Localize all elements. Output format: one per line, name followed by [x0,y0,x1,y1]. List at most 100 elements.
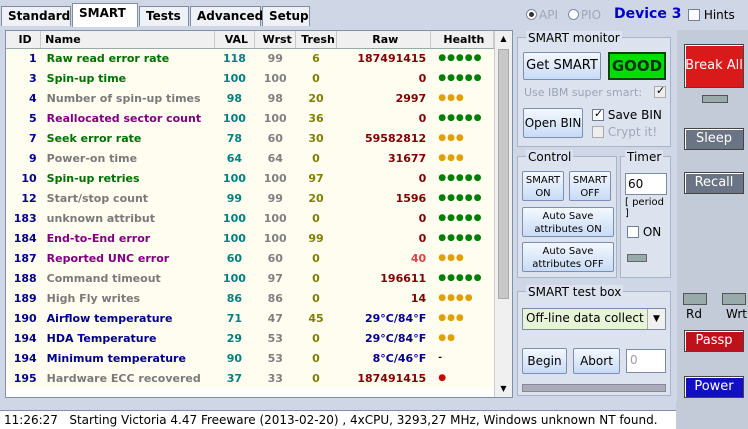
column-header-tresh[interactable]: Tresh [295,31,337,49]
column-header-id[interactable]: ID [6,31,42,49]
hints-checkbox[interactable] [688,9,700,21]
cell-id: 195 [13,371,37,385]
cell-tresh: 99 [308,231,324,245]
table-row[interactable]: 12 Start/stop count 99 99 20 1596 ●●●●● [6,188,494,208]
scroll-thumb[interactable] [498,49,509,299]
cell-wrst: 100 [263,211,287,225]
table-scrollbar[interactable]: ▲ ▼ [494,31,512,397]
tab-setup[interactable]: Setup [262,6,310,26]
cell-id: 12 [21,191,37,205]
cell-val: 118 [222,51,246,65]
open-bin-button[interactable]: Open BIN [523,108,583,138]
cell-val: 100 [222,71,246,85]
pio-radio[interactable] [567,9,579,20]
table-row[interactable]: 194 Minimum temperature 90 53 0 8°C/46°F - [6,348,494,368]
cell-raw: 0 [418,171,427,185]
test-type-select[interactable]: Off-line data collect ▼ [522,308,666,330]
power-button[interactable]: Power [684,376,744,398]
recall-button[interactable]: Recall [684,172,744,194]
autosave-on-button[interactable]: Auto Save attributes ON [522,207,614,237]
chevron-down-icon[interactable]: ▼ [647,309,665,329]
cell-name: Power-on time [46,151,138,165]
device-label[interactable]: Device 3 [614,6,681,22]
ibm-super-smart-checkbox[interactable] [654,84,666,98]
table-row[interactable]: 190 Airflow temperature 71 47 45 29°C/84°F ●●● [6,308,494,328]
column-header-wrst[interactable]: Wrst [254,31,297,49]
cell-raw: 14 [410,291,427,305]
table-row[interactable]: 184 End-to-End error 100 100 99 0 ●●●●● [6,228,494,248]
table-row[interactable]: 194 HDA Temperature 29 53 0 29°C/84°F ●● [6,328,494,348]
column-header-val[interactable]: VAL [214,31,256,49]
cell-health: ●●●●● [438,113,483,123]
cell-tresh: 0 [312,251,320,265]
cell-health: ●●●●● [438,53,483,64]
column-header-name[interactable]: Name [40,31,215,49]
test-progress-input[interactable]: 0 [626,349,666,373]
abort-button[interactable]: Abort [573,348,620,374]
table-row[interactable]: 183 unknown attribut 100 100 0 0 ●●●●● [6,208,494,228]
cell-health: ●●●●● [438,273,483,283]
timer-input[interactable]: 60 [625,173,667,195]
bottom-right-filler [676,402,748,429]
column-header-raw[interactable]: Raw [336,31,431,49]
save-bin-label: Save BIN [607,108,662,122]
sleep-button[interactable]: Sleep [684,128,744,150]
log-time: 11:26:27 [4,413,58,427]
table-row[interactable]: 3 Spin-up time 100 100 0 0 ●●●●● [6,68,494,88]
break-all-button[interactable]: Break All [684,44,744,88]
table-row[interactable]: 7 Seek error rate 78 60 30 59582812 ●●● [6,128,494,148]
save-bin-option[interactable]: Save BIN [592,107,662,122]
cell-health: ●●●●● [438,233,483,243]
autosave-off-button[interactable]: Auto Save attributes OFF [522,242,614,272]
table-row[interactable]: 187 Reported UNC error 60 60 0 40 ●●● [6,248,494,268]
table-row[interactable]: 195 Hardware ECC recovered 37 33 0 187491415 ● [6,368,494,388]
table-row[interactable]: 1 Raw read error rate 118 99 6 187491415 ●●●●● [6,48,494,68]
table-row[interactable]: 4 Number of spin-up times 98 98 20 2997 ●●● [6,88,494,108]
table-row[interactable]: 189 High Fly writes 86 86 0 14 ●●●● [6,288,494,308]
cell-id: 194 [13,331,37,345]
begin-button[interactable]: Begin [522,348,567,374]
mode-selector: API PIO [526,8,601,22]
cell-name: High Fly writes [46,291,141,305]
tab-advanced[interactable]: Advanced [190,6,263,26]
api-radio[interactable] [526,9,537,20]
table-row[interactable]: 188 Command timeout 100 97 0 196611 ●●●●● [6,268,494,288]
hints-toggle[interactable]: Hints [688,8,735,22]
cell-tresh: 45 [308,311,324,325]
crypt-option[interactable]: Crypt it! [592,125,657,139]
tab-standard[interactable]: Standard [1,6,71,26]
tab-smart[interactable]: SMART [72,3,138,27]
cell-raw: 40 [410,251,427,265]
cell-name: Start/stop count [46,191,149,205]
get-smart-button[interactable]: Get SMART [523,52,601,80]
crypt-checkbox[interactable] [592,126,604,138]
cell-wrst: 53 [267,351,283,365]
cell-health: ●●● [438,153,465,163]
crypt-label: Crypt it! [607,125,658,139]
cell-health: ●●●●● [438,193,483,203]
table-header-row: ID Name VAL Wrst Tresh Raw Health [6,31,495,49]
table-row[interactable]: 5 Reallocated sector count 100 100 36 0 ●●●●● [6,108,494,128]
passp-button[interactable]: Passp [684,330,744,352]
scroll-down-icon[interactable]: ▼ [495,381,512,397]
table-row[interactable]: 9 Power-on time 64 64 0 31677 ●●● [6,148,494,168]
cell-raw: 59582812 [364,131,427,145]
status-log: 11:26:27 Starting Victoria 4.47 Freeware… [0,410,676,429]
cell-name: Reported UNC error [46,251,170,265]
scroll-up-icon[interactable]: ▲ [495,31,512,47]
timer-on-option[interactable]: ON [627,225,661,239]
cell-val: 86 [226,291,243,305]
smart-off-button[interactable]: SMART OFF [569,171,611,201]
column-header-health[interactable]: Health [430,31,495,49]
wrt-indicator [722,293,746,305]
cell-tresh: 0 [312,331,320,345]
tab-tests[interactable]: Tests [139,6,189,26]
save-bin-checkbox[interactable] [592,107,604,121]
timer-on-checkbox[interactable] [627,226,639,238]
smart-on-button[interactable]: SMART ON [522,171,564,201]
rd-label: Rd [686,307,702,321]
table-row[interactable]: 10 Spin-up retries 100 100 97 0 ●●●●● [6,168,494,188]
cell-health: ●●●●● [438,213,483,223]
cell-raw: 31677 [387,151,427,165]
cell-health: ●●● [438,133,465,143]
